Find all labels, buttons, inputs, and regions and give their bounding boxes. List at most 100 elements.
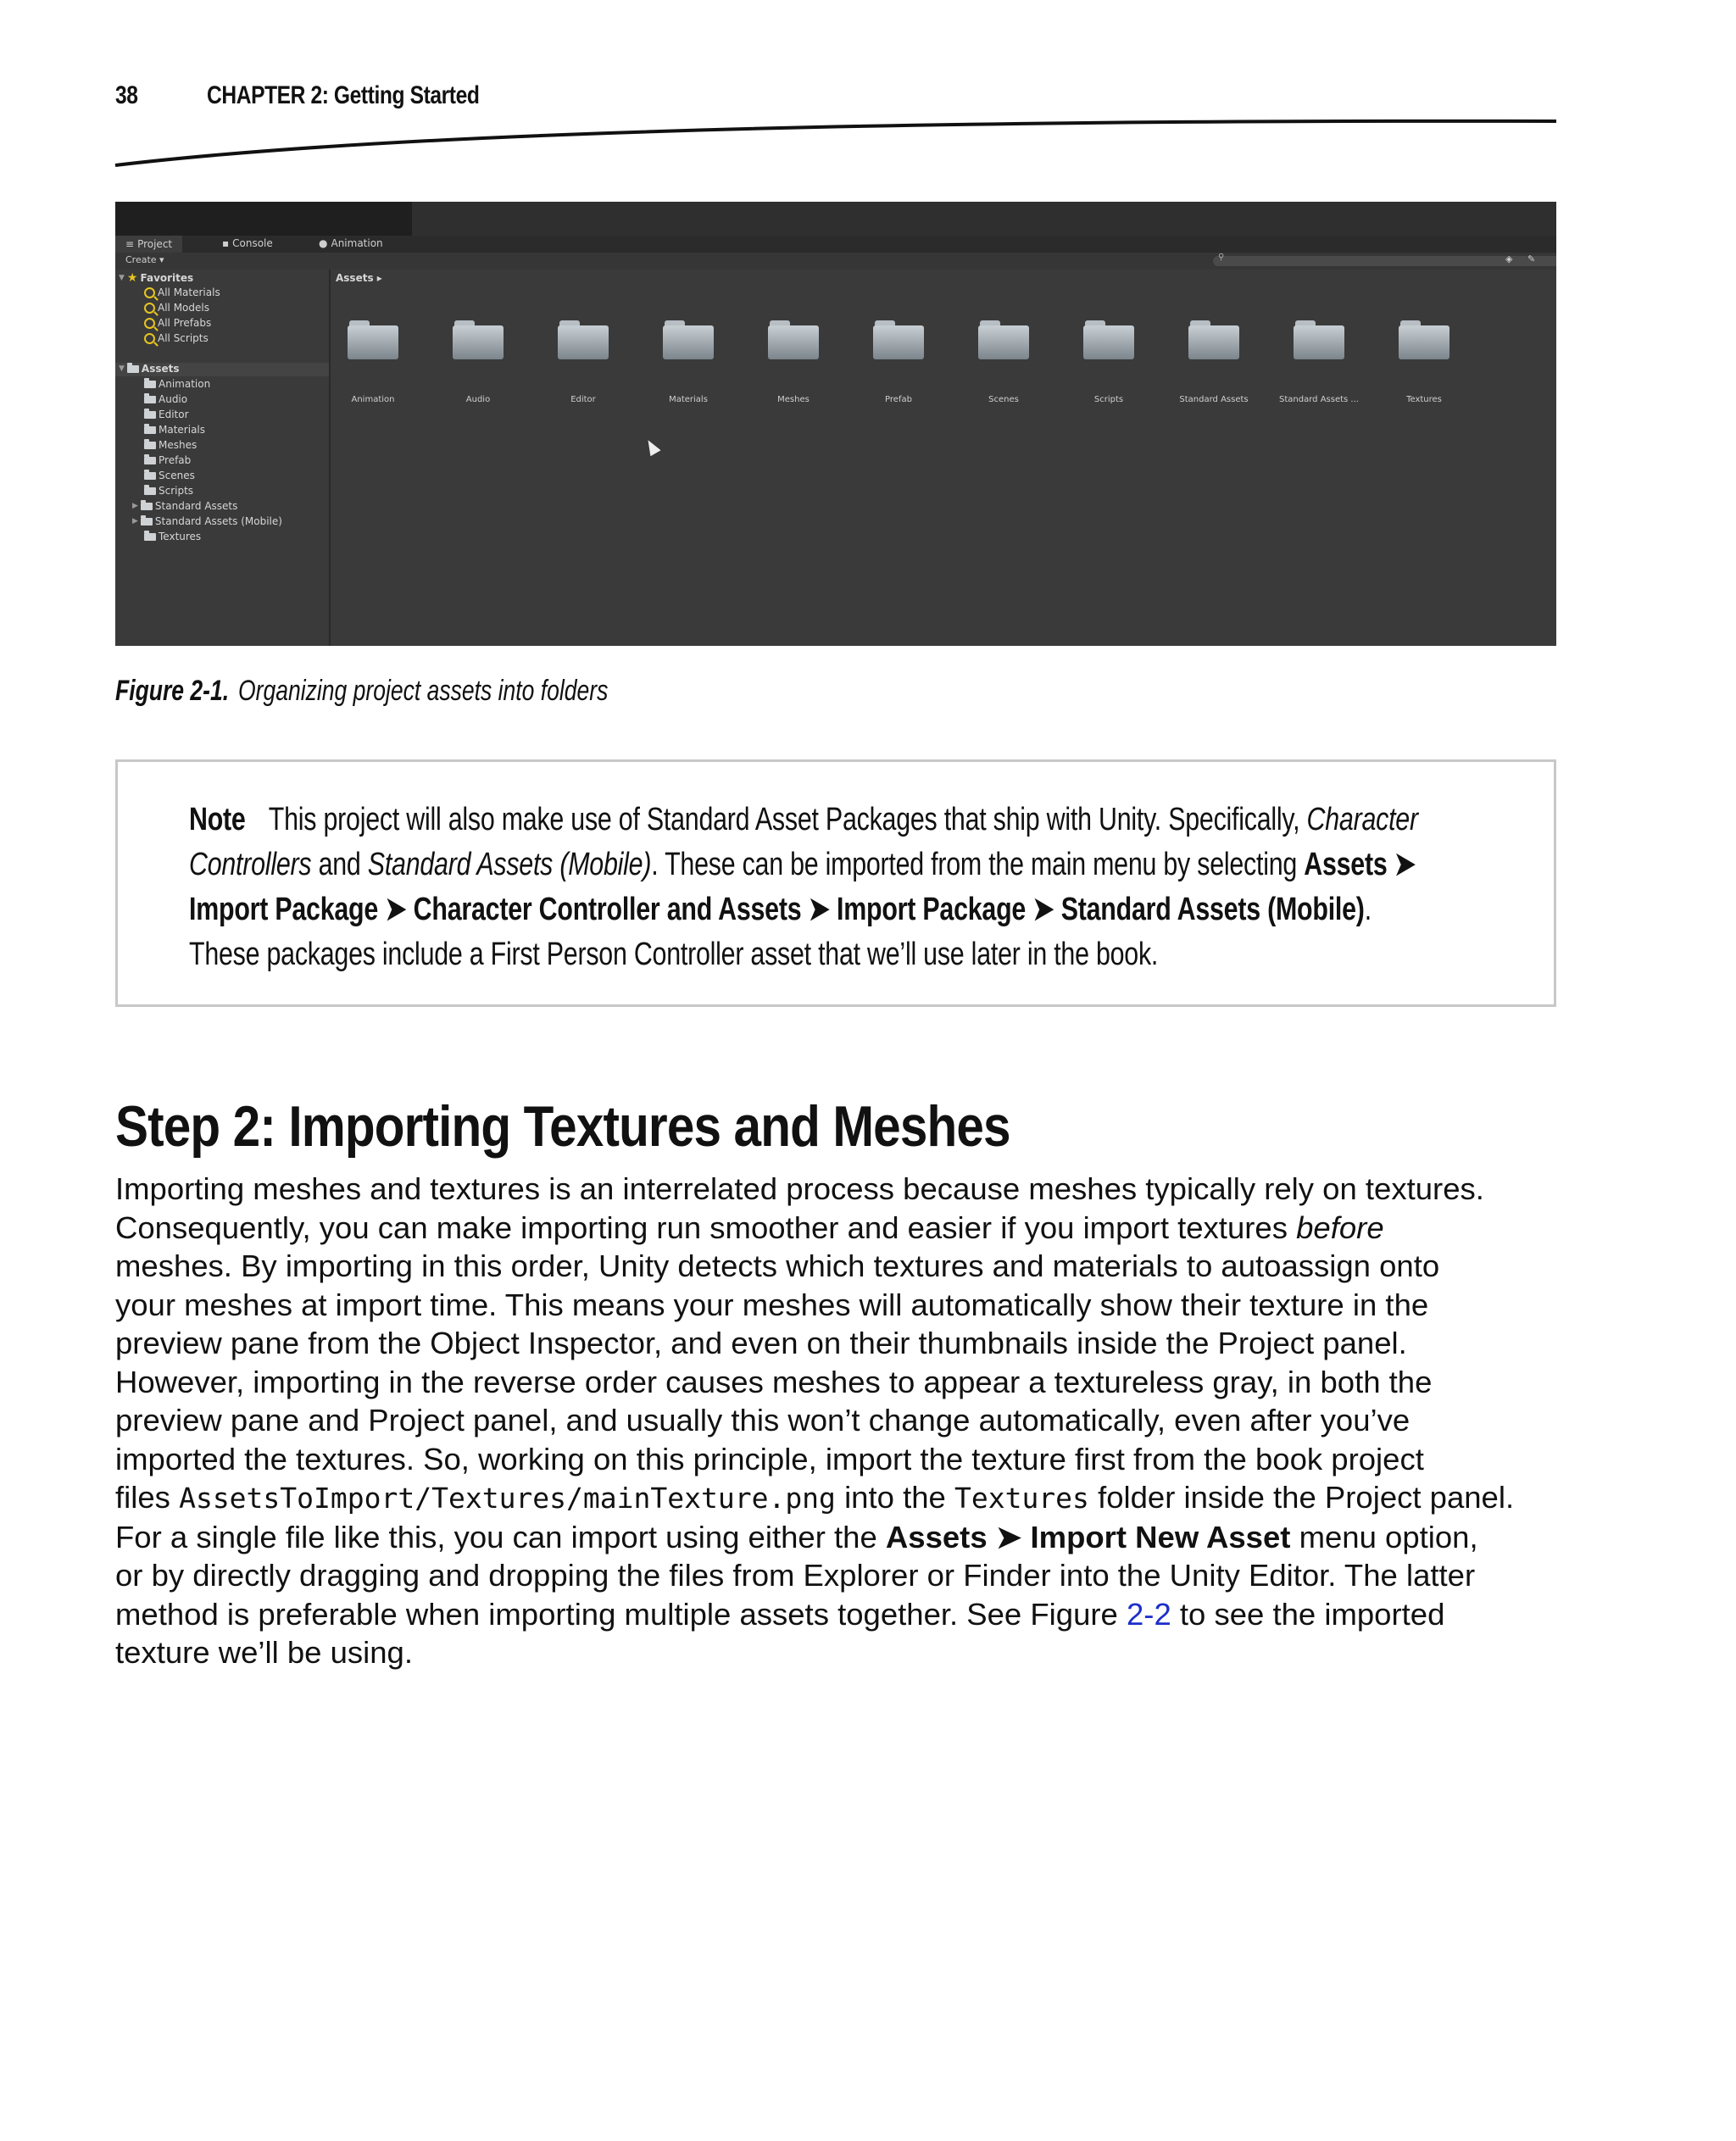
tab-animation[interactable]: ● Animation — [319, 237, 383, 249]
body-paragraph: Importing meshes and textures is an inte… — [115, 1170, 1624, 1672]
folder-icon — [126, 362, 139, 373]
note-line: Controllers and Standard Assets (Mobile)… — [189, 842, 1484, 887]
folder-icon — [140, 499, 153, 510]
folder-icon — [144, 408, 156, 419]
filter-by-type-icon[interactable]: ◈ — [1505, 253, 1512, 264]
folder-tile[interactable] — [348, 320, 398, 359]
search-filter-icon — [144, 317, 155, 329]
note-label: Note — [189, 802, 246, 837]
tab-console[interactable]: ▪ Console — [222, 237, 273, 249]
tab-console-label: Console — [232, 237, 273, 249]
folder-tile[interactable] — [768, 320, 819, 359]
note-box: Note This project will also make use of S… — [115, 759, 1556, 1007]
tree-favorite-item[interactable]: All Scripts — [144, 332, 209, 344]
folder-icon — [144, 484, 156, 495]
favorite-label: All Prefabs — [158, 317, 212, 329]
note-l2-and: and — [318, 847, 361, 882]
tree-folder[interactable]: Audio — [144, 392, 188, 405]
tree-folder-label: Textures — [159, 531, 202, 542]
tree-folder[interactable]: ▶ Standard Assets (Mobile) — [132, 514, 282, 527]
note-line: Import Package ➤ Character Controller an… — [189, 887, 1484, 932]
folder-tile[interactable] — [663, 320, 714, 359]
tree-folder-label: Audio — [159, 393, 188, 405]
paragraph-line: Importing meshes and textures is an inte… — [115, 1171, 1484, 1206]
tree-folder[interactable]: Textures — [144, 530, 202, 542]
tab-project-label: Project — [137, 238, 173, 250]
header-rule — [114, 119, 1557, 167]
paragraph-line: or by directly dragging and dropping the… — [115, 1558, 1476, 1593]
animation-tab-icon: ● — [319, 237, 328, 249]
assets-label: Assets — [141, 363, 180, 375]
note-text: Note This project will also make use of S… — [189, 798, 1484, 977]
line-text: For a single file like this, you can imp… — [115, 1519, 877, 1554]
folder-icon — [144, 392, 156, 403]
paragraph-line: your meshes at import time. This means y… — [115, 1287, 1429, 1322]
filter-by-label-icon[interactable]: ✎ — [1527, 253, 1535, 264]
paragraph-line: meshes. By importing in this order, Unit… — [115, 1248, 1440, 1283]
folder-tile-label: Animation — [351, 395, 395, 404]
folder-tile[interactable] — [978, 320, 1029, 359]
emphasis-before: before — [1296, 1210, 1384, 1245]
tree-folder[interactable]: Meshes — [144, 438, 198, 451]
tree-folder[interactable]: Materials — [144, 423, 205, 436]
folder-tile[interactable] — [558, 320, 609, 359]
favorites-label: Favorites — [140, 272, 194, 284]
section-heading: Step 2: Importing Textures and Meshes — [115, 1094, 1011, 1159]
tree-folder[interactable]: Animation — [144, 377, 210, 390]
tree-folder-label: Scenes — [159, 470, 195, 481]
search-filter-icon — [144, 302, 155, 314]
tree-assets[interactable]: ▼ Assets — [119, 362, 180, 375]
expand-arrow-icon: ▼ — [119, 364, 125, 373]
folder-tile-label: Standard Assets — [1179, 395, 1249, 404]
folder-tile-label: Standard Assets ... — [1279, 395, 1359, 404]
folder-tile[interactable] — [1083, 320, 1134, 359]
folder-tile[interactable] — [1399, 320, 1449, 359]
create-dropdown[interactable]: Create ▾ — [125, 254, 164, 265]
tree-folder[interactable]: Scripts — [144, 484, 193, 497]
tree-folder-label: Meshes — [159, 439, 198, 451]
tree-favorite-item[interactable]: All Materials — [144, 286, 220, 298]
tab-animation-label: Animation — [331, 237, 383, 249]
note-l2-text: . These can be imported from the main me… — [651, 847, 1298, 882]
folder-tile[interactable] — [1188, 320, 1239, 359]
paragraph-line: Consequently, you can make importing run… — [115, 1209, 1624, 1248]
paragraph-line: However, importing in the reverse order … — [115, 1364, 1433, 1399]
folder-tile[interactable] — [1294, 320, 1344, 359]
paragraph-line: imported the textures. So, working on th… — [115, 1441, 1424, 1476]
tree-folder[interactable]: ▶ Standard Assets — [132, 499, 237, 512]
collapse-arrow-icon: ▶ — [132, 517, 138, 526]
tree-favorite-item[interactable]: All Models — [144, 302, 209, 314]
tree-favorite-item[interactable]: All Prefabs — [144, 317, 211, 329]
create-label: Create — [125, 254, 157, 265]
folder-tile-label: Textures — [1406, 395, 1442, 404]
folder-icon — [144, 423, 156, 434]
favorites-star-icon: ★ — [126, 271, 138, 285]
tree-folder[interactable]: Editor — [144, 408, 189, 420]
note-l3-end: . — [1364, 892, 1372, 927]
folder-icon — [144, 377, 156, 388]
note-l2-italic2: Standard Assets (Mobile) — [367, 847, 652, 882]
folder-icon — [144, 453, 156, 464]
paragraph-line: method is preferable when importing mult… — [115, 1595, 1624, 1634]
folder-tile[interactable] — [873, 320, 924, 359]
panel-toolbar: Create ▾ ⚲ ◈ ✎ — [115, 253, 1556, 270]
note-l3-bold: Import Package ➤ Character Controller an… — [189, 892, 1365, 927]
folder-tile[interactable] — [453, 320, 504, 359]
tab-project[interactable]: ≡ Project — [115, 236, 183, 253]
tree-folder-label: Editor — [159, 409, 189, 420]
note-line: Note This project will also make use of S… — [189, 798, 1484, 842]
caption-label: Figure 2-1. — [115, 675, 230, 707]
tree-favorites[interactable]: ▼ ★ Favorites — [119, 271, 193, 285]
folder-tile-label: Materials — [669, 395, 708, 404]
note-l4-text: These packages include a First Person Co… — [189, 937, 1159, 972]
tree-folder[interactable]: Prefab — [144, 453, 191, 466]
paragraph-line: texture we’ll be using. — [115, 1635, 413, 1670]
folder-tile-label: Scenes — [988, 395, 1019, 404]
tree-folder[interactable]: Scenes — [144, 469, 195, 481]
folder-tile-label: Audio — [465, 395, 491, 404]
project-tree: ▼ ★ Favorites All Materials All Models A… — [115, 270, 331, 646]
breadcrumb-assets[interactable]: Assets ▸ — [336, 272, 382, 284]
note-line: These packages include a First Person Co… — [189, 932, 1484, 977]
menu-path: Assets ➤ Import New Asset — [885, 1519, 1291, 1554]
figure-link[interactable]: 2-2 — [1127, 1597, 1171, 1632]
